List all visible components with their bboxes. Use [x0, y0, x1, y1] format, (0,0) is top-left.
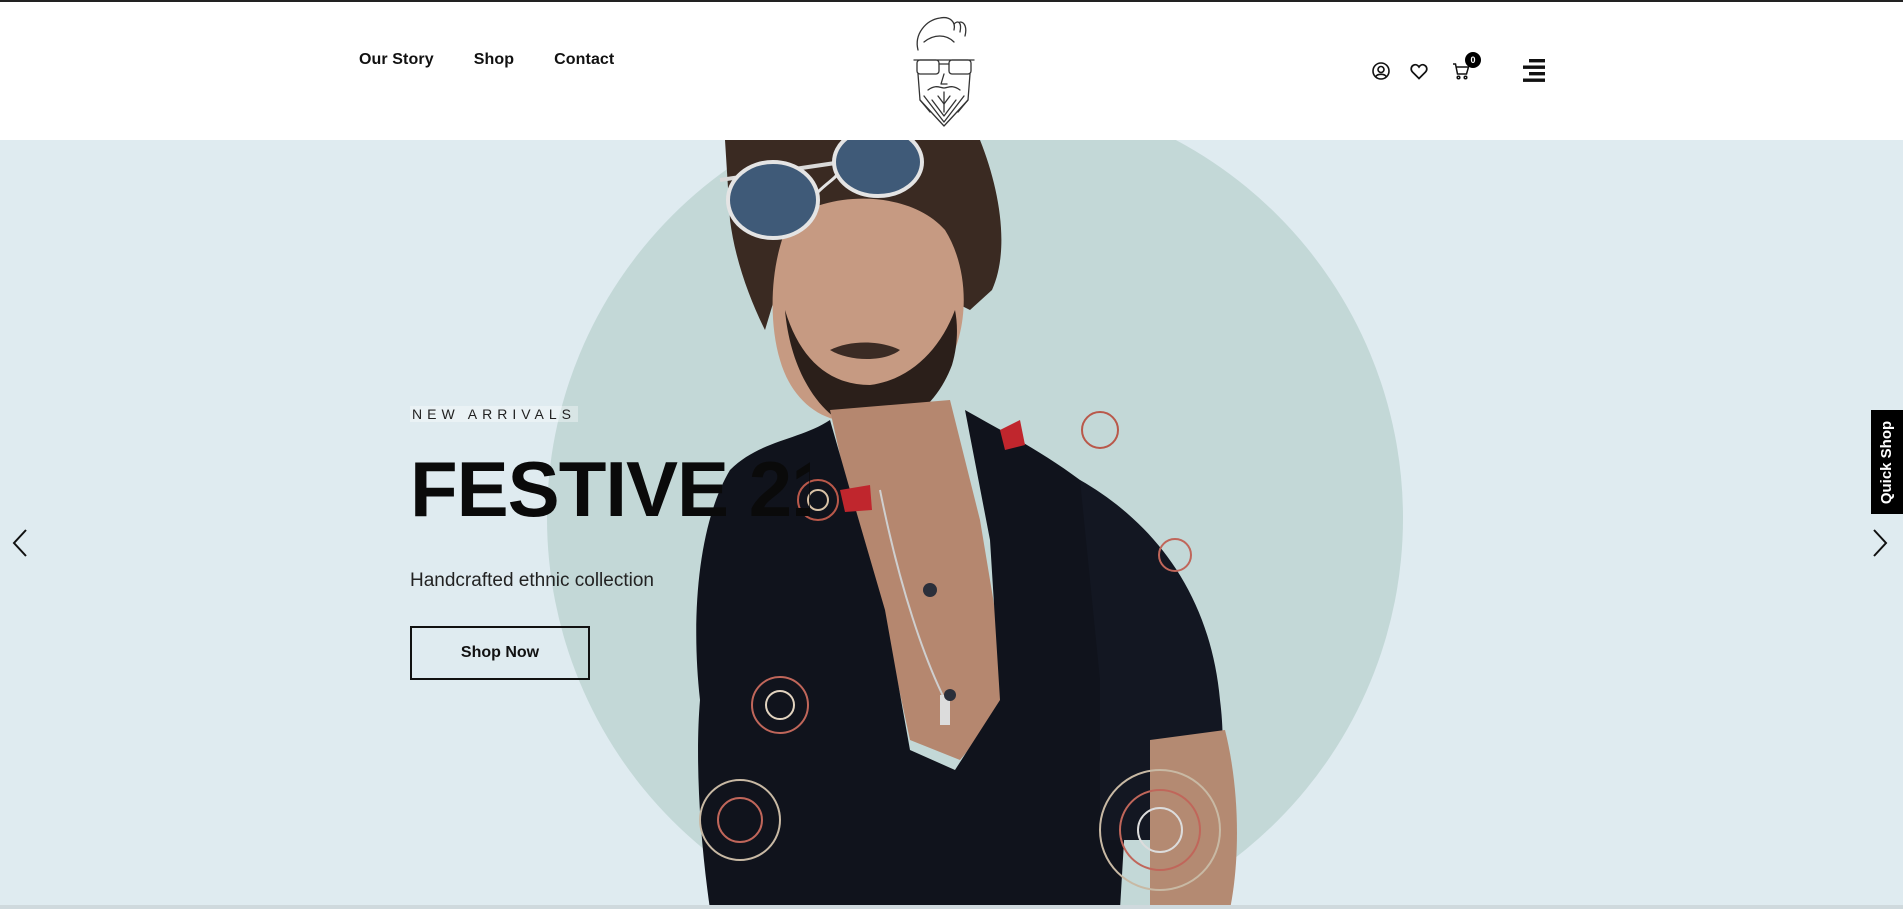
user-circle-icon[interactable]: [1370, 60, 1392, 82]
quick-shop-tab[interactable]: Quick Shop: [1871, 410, 1903, 514]
slider-progress-strip: [0, 905, 1903, 909]
nav-contact[interactable]: Contact: [554, 51, 614, 69]
hamburger-menu-icon[interactable]: [1520, 58, 1548, 84]
hero-content: NEW ARRIVALS FESTIVE 21 Handcrafted ethn…: [410, 406, 810, 680]
chevron-left-icon[interactable]: [8, 526, 34, 560]
heart-icon[interactable]: [1408, 60, 1430, 82]
cart-count-badge: 0: [1465, 52, 1481, 68]
shop-now-button[interactable]: Shop Now: [410, 626, 590, 680]
header-icons: 0: [1370, 52, 1548, 84]
hero-subtitle: Handcrafted ethnic collection: [410, 570, 654, 591]
site-header: Our Story Shop Contact 0: [0, 2, 1903, 140]
hero-kicker: NEW ARRIVALS: [410, 406, 578, 422]
cart-icon[interactable]: 0: [1450, 52, 1481, 82]
nav-our-story[interactable]: Our Story: [359, 51, 434, 69]
hero-title: FESTIVE 21: [410, 450, 810, 528]
nav-shop[interactable]: Shop: [474, 51, 514, 69]
main-nav: Our Story Shop Contact: [359, 51, 614, 69]
chevron-right-icon[interactable]: [1866, 526, 1892, 560]
brand-logo[interactable]: [910, 12, 978, 132]
hero-slider: NEW ARRIVALS FESTIVE 21 Handcrafted ethn…: [0, 140, 1903, 909]
quick-shop-label: Quick Shop: [1878, 420, 1896, 504]
